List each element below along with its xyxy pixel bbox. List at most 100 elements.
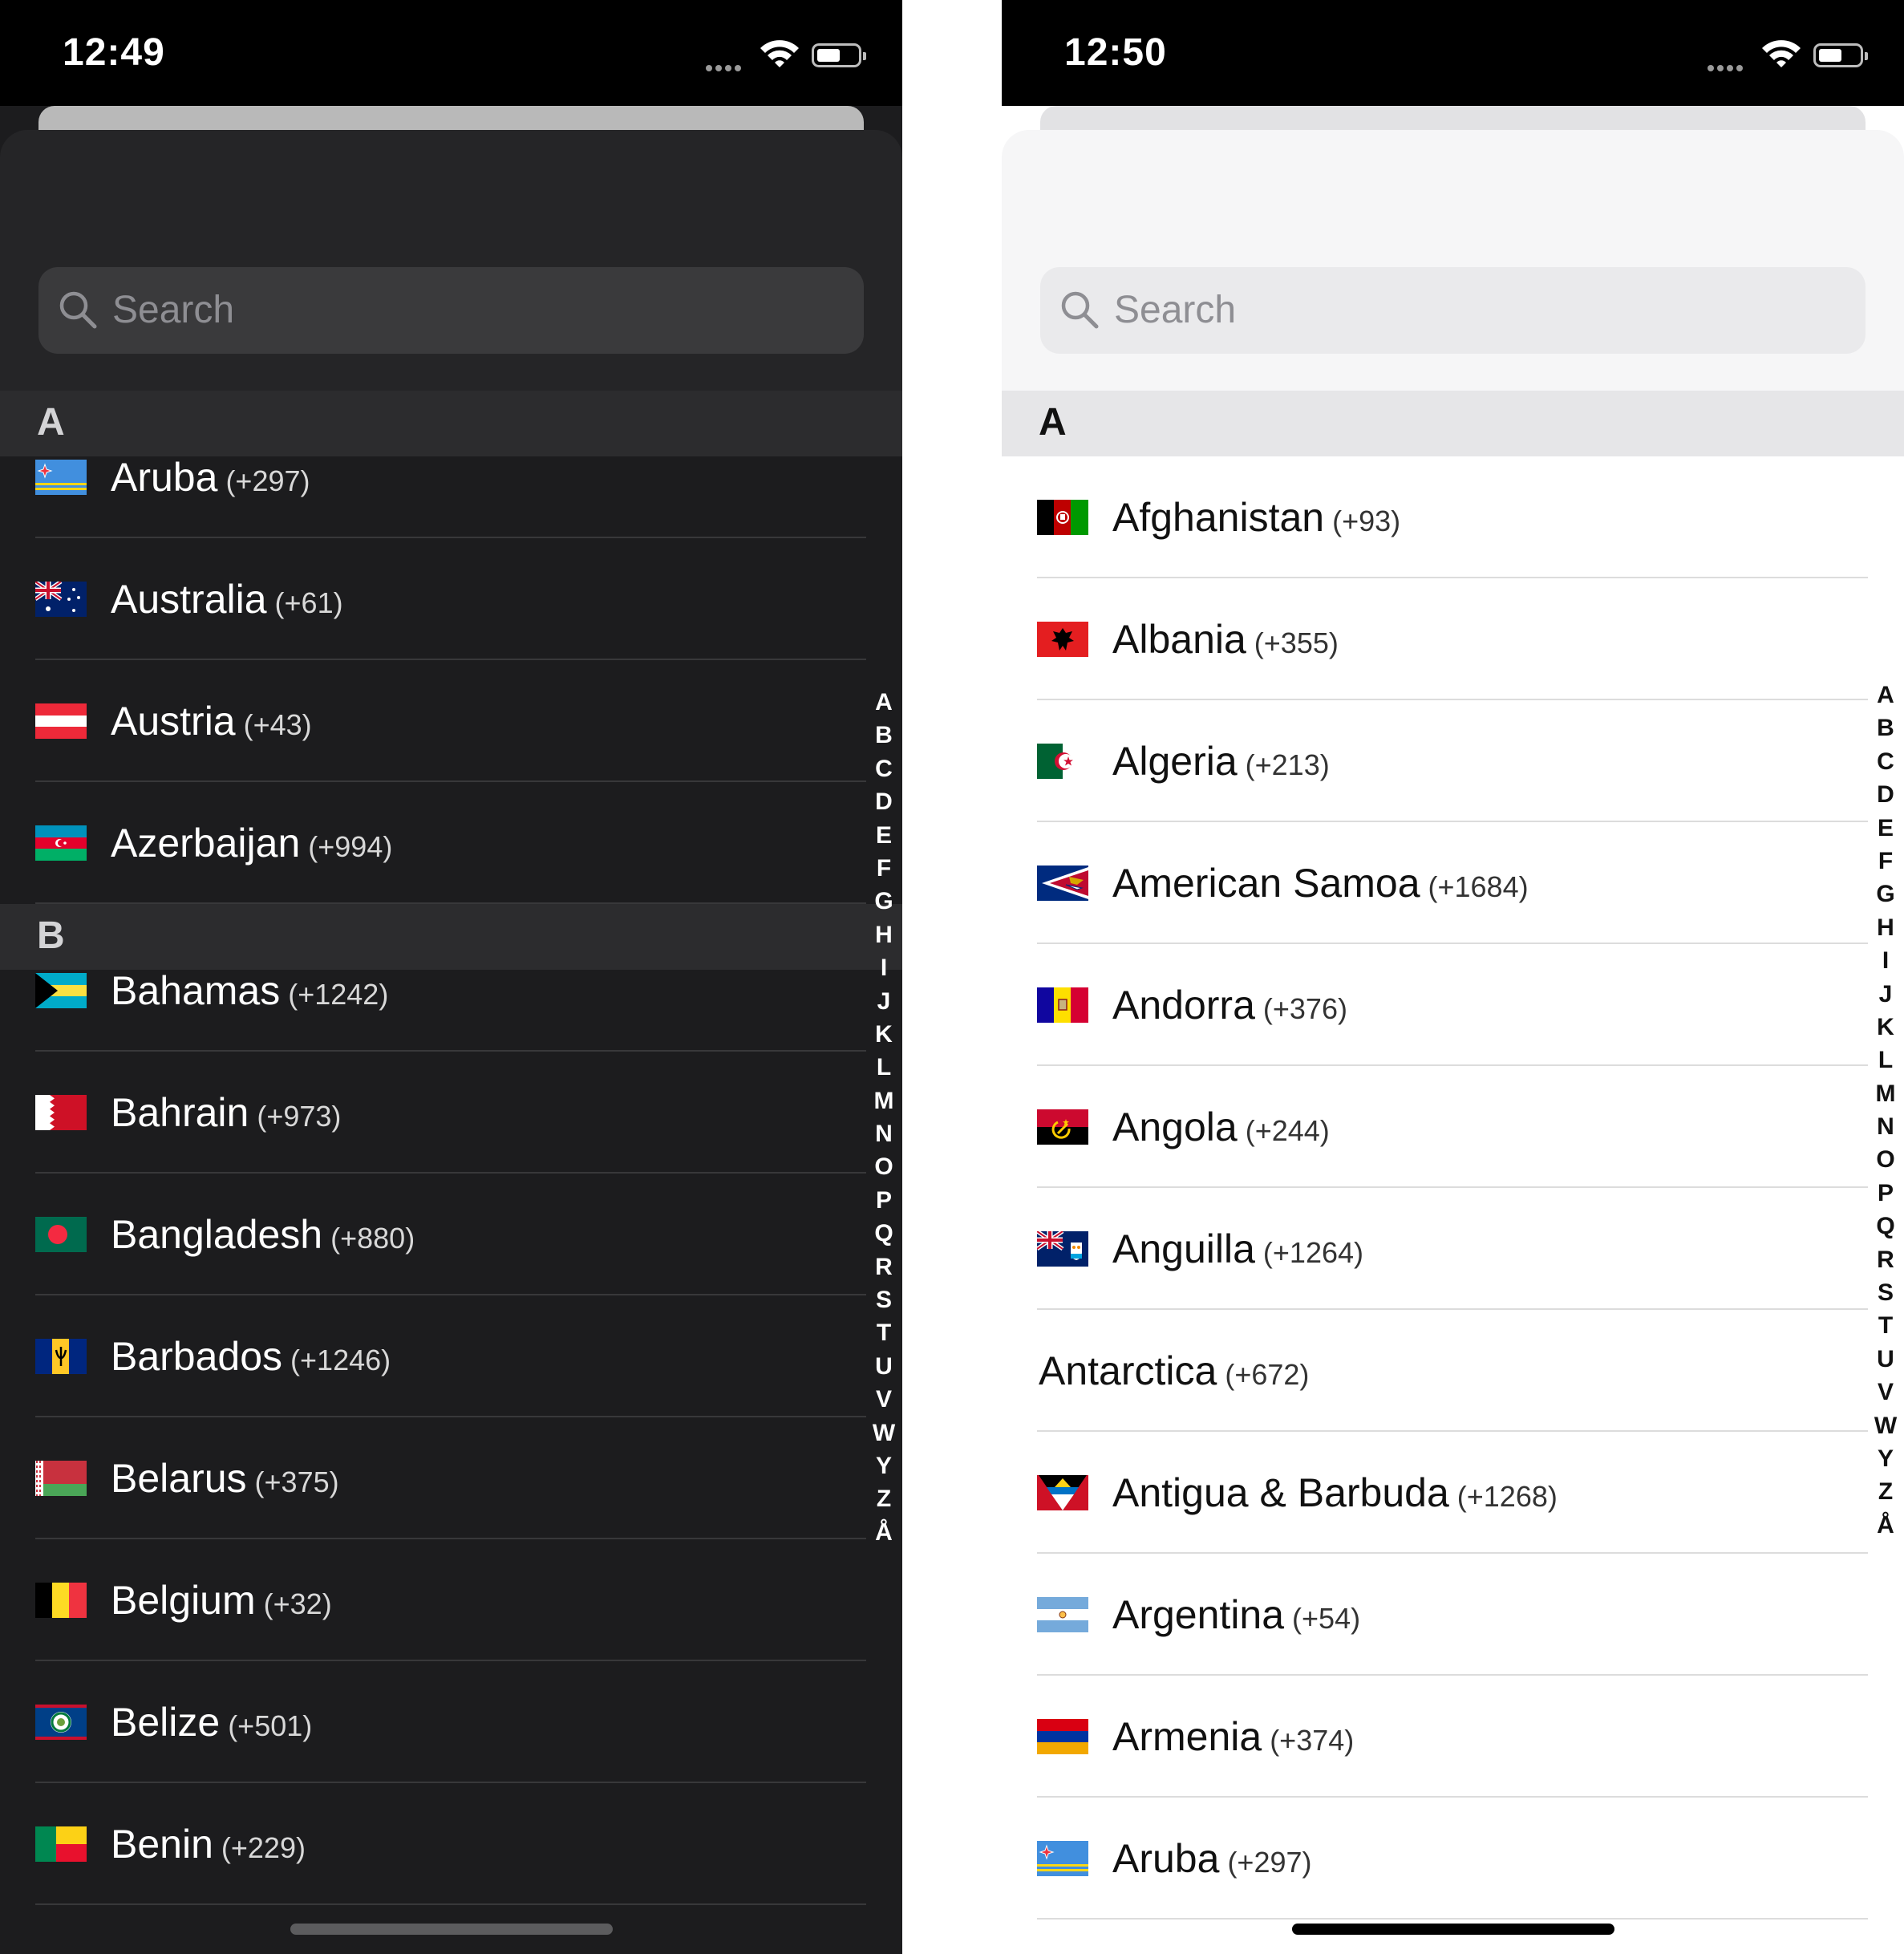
- index-letter[interactable]: F: [868, 852, 900, 885]
- flag-aruba-icon: [1037, 1841, 1088, 1876]
- index-letter[interactable]: Å: [868, 1516, 900, 1549]
- index-letter[interactable]: K: [868, 1018, 900, 1051]
- index-letter[interactable]: Y: [1870, 1442, 1902, 1475]
- index-letter[interactable]: E: [1870, 812, 1902, 845]
- index-letter[interactable]: D: [868, 785, 900, 818]
- country-name: Austria: [111, 699, 236, 744]
- country-label: Azerbaijan (+994): [111, 820, 392, 866]
- index-letter[interactable]: O: [868, 1150, 900, 1183]
- index-letter[interactable]: Å: [1870, 1509, 1902, 1542]
- index-letter[interactable]: T: [868, 1316, 900, 1349]
- country-row[interactable]: Australia (+61): [0, 538, 866, 660]
- country-name: Angola: [1112, 1105, 1238, 1149]
- country-row[interactable]: Afghanistan (+93): [1002, 456, 1868, 578]
- country-name: Australia: [111, 577, 267, 622]
- index-letter[interactable]: G: [1870, 878, 1902, 910]
- country-row[interactable]: American Samoa (+1684): [1002, 822, 1868, 944]
- index-letter[interactable]: U: [1870, 1343, 1902, 1376]
- country-row[interactable]: Anguilla (+1264): [1002, 1188, 1868, 1310]
- index-letter[interactable]: H: [868, 918, 900, 951]
- index-letter[interactable]: C: [868, 752, 900, 785]
- index-letter[interactable]: C: [1870, 745, 1902, 778]
- index-letter[interactable]: I: [1870, 944, 1902, 977]
- index-letter[interactable]: E: [868, 819, 900, 852]
- index-letter[interactable]: W: [868, 1417, 900, 1449]
- country-row[interactable]: Angola (+244): [1002, 1066, 1868, 1188]
- index-letter[interactable]: P: [1870, 1177, 1902, 1210]
- dark-mode-screen: 12:49 Search A Aruba (+297) Australia (+61) A…: [0, 0, 902, 1954]
- country-row[interactable]: Bahamas (+1242): [0, 930, 866, 1052]
- country-row[interactable]: Armenia (+374): [1002, 1676, 1868, 1798]
- search-field[interactable]: Search: [1040, 267, 1866, 354]
- country-row[interactable]: Aruba (+297): [0, 416, 866, 538]
- index-letter[interactable]: B: [1870, 711, 1902, 744]
- index-letter[interactable]: U: [868, 1350, 900, 1383]
- index-letter[interactable]: D: [1870, 778, 1902, 811]
- index-letter[interactable]: Z: [868, 1482, 900, 1515]
- index-letter[interactable]: H: [1870, 911, 1902, 944]
- country-row[interactable]: Antarctica (+672): [1002, 1310, 1868, 1432]
- country-row[interactable]: Bangladesh (+880): [0, 1174, 866, 1295]
- index-letter[interactable]: M: [868, 1084, 900, 1117]
- search-icon: [59, 291, 97, 329]
- index-letter[interactable]: S: [868, 1283, 900, 1316]
- index-letter[interactable]: T: [1870, 1309, 1902, 1342]
- index-letter[interactable]: R: [1870, 1243, 1902, 1276]
- country-dial-code: (+43): [243, 708, 312, 741]
- index-letter[interactable]: J: [1870, 978, 1902, 1011]
- country-row[interactable]: Argentina (+54): [1002, 1554, 1868, 1676]
- index-letter[interactable]: L: [1870, 1044, 1902, 1076]
- index-letter[interactable]: J: [868, 985, 900, 1018]
- index-letter[interactable]: N: [868, 1117, 900, 1150]
- country-row[interactable]: Aruba (+297): [1002, 1798, 1868, 1920]
- index-letter[interactable]: K: [1870, 1011, 1902, 1044]
- index-letter[interactable]: F: [1870, 845, 1902, 878]
- index-letter[interactable]: A: [868, 686, 900, 719]
- section-index[interactable]: ABCDEFGHIJKLMNOPQRSTUVWYZÅ: [1870, 679, 1902, 1542]
- country-row[interactable]: Bahrain (+973): [0, 1052, 866, 1174]
- index-letter[interactable]: G: [868, 885, 900, 918]
- country-label: Armenia (+374): [1112, 1713, 1354, 1760]
- index-letter[interactable]: Z: [1870, 1475, 1902, 1508]
- country-row[interactable]: Andorra (+376): [1002, 944, 1868, 1066]
- country-row[interactable]: Austria (+43): [0, 660, 866, 782]
- index-letter[interactable]: I: [868, 951, 900, 984]
- country-row[interactable]: Albania (+355): [1002, 578, 1868, 700]
- country-row[interactable]: Belgium (+32): [0, 1539, 866, 1661]
- index-letter[interactable]: N: [1870, 1110, 1902, 1143]
- country-label: Belgium (+32): [111, 1577, 332, 1624]
- country-name: Anguilla: [1112, 1226, 1255, 1271]
- country-row[interactable]: Azerbaijan (+994): [0, 782, 866, 904]
- section-index[interactable]: ABCDEFGHIJKLMNOPQRSTUVWYZÅ: [868, 686, 900, 1549]
- index-letter[interactable]: Q: [1870, 1210, 1902, 1243]
- country-name: Azerbaijan: [111, 821, 301, 866]
- index-letter[interactable]: Q: [868, 1217, 900, 1250]
- country-name: Barbados: [111, 1334, 283, 1379]
- wifi-icon: [1762, 40, 1801, 67]
- index-letter[interactable]: S: [1870, 1276, 1902, 1309]
- country-row[interactable]: Antigua & Barbuda (+1268): [1002, 1432, 1868, 1554]
- country-dial-code: (+297): [1227, 1846, 1312, 1879]
- index-letter[interactable]: M: [1870, 1077, 1902, 1110]
- search-field[interactable]: Search: [38, 267, 864, 354]
- country-name: Belize: [111, 1700, 221, 1745]
- country-row[interactable]: Barbados (+1246): [0, 1295, 866, 1417]
- country-row[interactable]: Belarus (+375): [0, 1417, 866, 1539]
- index-letter[interactable]: O: [1870, 1143, 1902, 1176]
- index-letter[interactable]: W: [1870, 1409, 1902, 1442]
- index-letter[interactable]: P: [868, 1184, 900, 1217]
- country-row[interactable]: Benin (+229): [0, 1783, 866, 1905]
- index-letter[interactable]: V: [868, 1383, 900, 1416]
- flag-anguilla-icon: [1037, 1231, 1088, 1267]
- country-row[interactable]: Belize (+501): [0, 1661, 866, 1783]
- country-row[interactable]: Algeria (+213): [1002, 700, 1868, 822]
- country-label: Afghanistan (+93): [1112, 494, 1400, 541]
- index-letter[interactable]: A: [1870, 679, 1902, 711]
- index-letter[interactable]: R: [868, 1251, 900, 1283]
- index-letter[interactable]: L: [868, 1051, 900, 1084]
- index-letter[interactable]: B: [868, 719, 900, 752]
- country-label: Austria (+43): [111, 698, 312, 744]
- index-letter[interactable]: Y: [868, 1449, 900, 1482]
- country-label: Albania (+355): [1112, 616, 1339, 663]
- index-letter[interactable]: V: [1870, 1376, 1902, 1409]
